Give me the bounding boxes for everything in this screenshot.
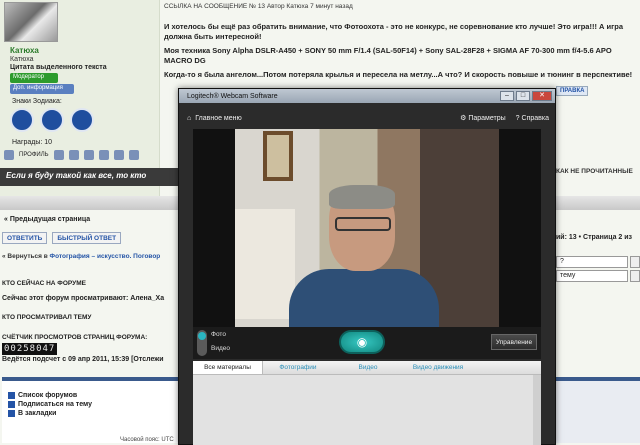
counting-since: Ведётся подсчет с 09 апр 2011, 15:39 [От… xyxy=(2,356,164,363)
background-wall xyxy=(235,209,295,319)
subscribe-icon xyxy=(8,401,15,408)
awards-count: Награды: 10 xyxy=(12,139,53,146)
help-icon: ? xyxy=(515,114,520,122)
zodiac-icon xyxy=(10,108,34,132)
home-button[interactable]: ⌂ Главное меню xyxy=(187,115,242,122)
pm-icon[interactable] xyxy=(53,150,64,160)
webcam-preview xyxy=(193,129,541,327)
capture-bar: Фото Видео ◉ Управление xyxy=(193,327,541,359)
pagination-info: ий: 13 • Страница 2 из xyxy=(556,234,633,241)
info-button[interactable]: Доп. информация xyxy=(10,84,74,94)
timezone: Часовой пояс: UTC xyxy=(120,437,174,443)
reply-button[interactable]: ОТВЕТИТЬ xyxy=(2,232,48,244)
person xyxy=(289,185,439,327)
home-icon: ⌂ xyxy=(187,114,192,122)
list-item[interactable]: Подписаться на тему xyxy=(8,400,92,409)
view-counter: 00258047 xyxy=(2,343,58,355)
mark-unread-link[interactable]: КАК НЕ ПРОЧИТАННЫЕ xyxy=(556,168,633,175)
webcam-window: Logitech® Webcam Software – □ ✕ ⌂ Главно… xyxy=(178,88,556,445)
post-buttons: ПРАВКА xyxy=(556,86,589,96)
moderator-badge: Модератор xyxy=(10,73,58,83)
bottom-links: Список форумов Подписаться на тему В зак… xyxy=(8,391,92,418)
window-title: Logitech® Webcam Software xyxy=(187,92,278,100)
post-header[interactable]: ССЫЛКА НА СООБЩЕНИЕ № 13 Автор Катюха 7 … xyxy=(164,3,353,10)
zodiac-icon xyxy=(70,108,94,132)
viewing-now: Сейчас этот форум просматривают: Алена_Х… xyxy=(2,295,165,302)
settings-button[interactable]: ⚙ Параметры xyxy=(460,114,506,122)
topic-select[interactable]: тему xyxy=(556,270,628,282)
back-target[interactable]: Фотография – искусство. Поговор xyxy=(50,253,161,260)
mode-video-label[interactable]: Видео xyxy=(211,345,230,352)
media-panel: Все материалы Фотографии Видео Видео дви… xyxy=(193,361,541,445)
gear-icon: ⚙ xyxy=(460,115,467,122)
edit-button[interactable]: ПРАВКА xyxy=(556,86,589,96)
webcam-toolbar: ⌂ Главное меню ⚙ Параметры ? Справка xyxy=(187,111,549,125)
user-title: Катюха xyxy=(10,56,34,63)
icq-icon[interactable] xyxy=(98,150,109,160)
profile-actions: ПРОФИЛЬ xyxy=(4,150,139,160)
list-item[interactable]: В закладки xyxy=(8,409,92,418)
tab-all[interactable]: Все материалы xyxy=(193,361,263,374)
jump-go-button[interactable] xyxy=(630,256,640,268)
reply-buttons: ОТВЕТИТЬ БЫСТРЫЙ ОТВЕТ xyxy=(2,232,122,244)
tab-motion-videos[interactable]: Видео движения xyxy=(403,361,473,374)
prev-page-link[interactable]: « Предыдущая страница xyxy=(4,216,90,223)
footer-panel xyxy=(552,377,640,443)
tab-photos[interactable]: Фотографии xyxy=(263,361,333,374)
camera-icon: ◉ xyxy=(356,335,368,349)
who-viewed-link[interactable]: КТО ПРОСМАТРИВАЛ ТЕМУ xyxy=(2,314,91,321)
capture-button[interactable]: ◉ xyxy=(339,330,385,354)
zodiac-label: Знаки Зодиака: xyxy=(12,98,62,105)
skype-icon[interactable] xyxy=(113,150,124,160)
maximize-button[interactable]: □ xyxy=(516,91,530,101)
window-titlebar[interactable]: Logitech® Webcam Software xyxy=(179,89,555,103)
profile-link[interactable]: ПРОФИЛЬ xyxy=(19,152,49,158)
jump-select[interactable]: ? xyxy=(556,256,628,268)
post-line: И хотелось бы ещё раз обратить внимание,… xyxy=(164,22,624,41)
topic-go-button[interactable] xyxy=(630,270,640,282)
avatar[interactable] xyxy=(4,2,58,42)
counter-heading: СЧЁТЧИК ПРОСМОТРОВ СТРАНИЦ ФОРУМА: xyxy=(2,334,148,341)
scrollbar[interactable] xyxy=(533,375,541,445)
help-button[interactable]: ? Справка xyxy=(516,115,549,122)
media-tabs: Все материалы Фотографии Видео Видео дви… xyxy=(193,361,541,375)
forum-list-icon xyxy=(8,392,15,399)
post-body: И хотелось бы ещё раз обратить внимание,… xyxy=(164,22,640,84)
minimize-button[interactable]: – xyxy=(500,91,514,101)
camera-icon[interactable] xyxy=(128,150,139,160)
tab-videos[interactable]: Видео xyxy=(333,361,403,374)
who-online-heading: КТО СЕЙЧАС НА ФОРУМЕ xyxy=(2,280,86,287)
mode-toggle[interactable] xyxy=(197,330,207,356)
camera-feed-image xyxy=(235,129,499,327)
mode-photo-label[interactable]: Фото xyxy=(211,331,226,338)
quick-reply-button[interactable]: БЫСТРЫЙ ОТВЕТ xyxy=(52,232,122,244)
profile-icon[interactable] xyxy=(4,150,14,160)
home-label: Главное меню xyxy=(195,114,242,122)
post-line: Когда-то я была ангелом...Потом потеряла… xyxy=(164,70,633,79)
wall-picture xyxy=(263,131,293,181)
bookmark-icon xyxy=(8,410,15,417)
back-link[interactable]: « Вернуться в Фотография – искусство. По… xyxy=(2,253,160,260)
post-line: Моя техника Sony Alpha DSLR-A450 + SONY … xyxy=(164,46,612,65)
window-controls: – □ ✕ xyxy=(500,91,552,101)
list-item[interactable]: Список форумов xyxy=(8,391,92,400)
quote-selected-label[interactable]: Цитата выделенного текста xyxy=(10,64,107,71)
email-icon[interactable] xyxy=(68,150,79,160)
zodiac-icon xyxy=(40,108,64,132)
user-signature: Если я буду такой как все, то кто xyxy=(0,168,178,186)
web-icon[interactable] xyxy=(83,150,94,160)
manage-button[interactable]: Управление xyxy=(491,334,537,350)
close-button[interactable]: ✕ xyxy=(532,91,552,101)
back-prefix: « Вернуться в xyxy=(2,253,48,260)
bottom-links-box: Список форумов Подписаться на тему В зак… xyxy=(2,377,180,443)
username[interactable]: Катюха xyxy=(10,46,39,55)
